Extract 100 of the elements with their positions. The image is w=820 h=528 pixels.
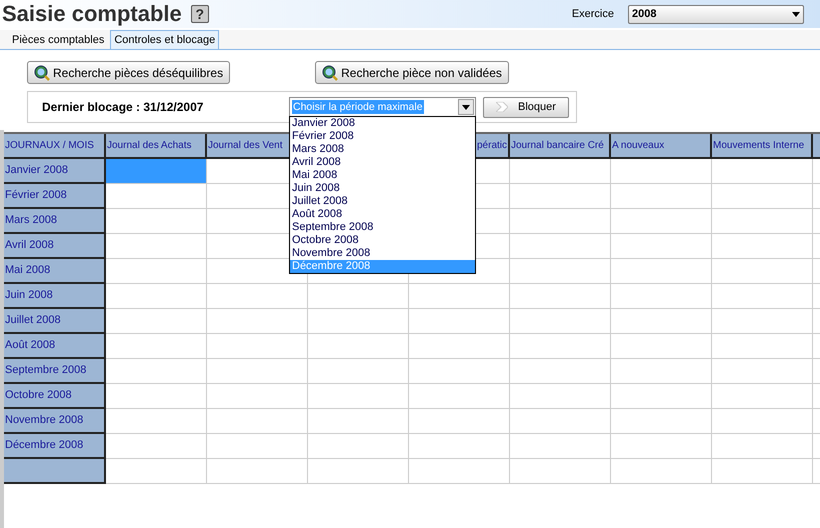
- table-cell[interactable]: [711, 183, 812, 208]
- table-cell[interactable]: [408, 333, 509, 358]
- table-cell[interactable]: [711, 258, 812, 283]
- table-cell[interactable]: [408, 458, 509, 483]
- table-cell[interactable]: [206, 358, 307, 383]
- table-cell[interactable]: [408, 308, 509, 333]
- period-option[interactable]: Septembre 2008: [290, 221, 475, 234]
- table-cell[interactable]: [307, 308, 408, 333]
- table-cell[interactable]: [509, 258, 610, 283]
- table-cell[interactable]: [105, 208, 206, 233]
- block-button[interactable]: Bloquer: [483, 96, 569, 118]
- row-header: Septembre 2008: [4, 358, 105, 383]
- table-cell[interactable]: [206, 308, 307, 333]
- table-cell[interactable]: [509, 308, 610, 333]
- table-cell[interactable]: [105, 258, 206, 283]
- table-cell[interactable]: [408, 283, 509, 308]
- arrow-icon: [496, 102, 508, 112]
- table-cell[interactable]: [711, 283, 812, 308]
- period-option[interactable]: Mai 2008: [290, 169, 475, 182]
- period-option[interactable]: Novembre 2008: [290, 247, 475, 260]
- table-cell[interactable]: [105, 383, 206, 408]
- help-icon[interactable]: ?: [190, 5, 209, 23]
- table-cell[interactable]: [610, 233, 711, 258]
- caret-icon: [792, 12, 800, 16]
- table-cell[interactable]: [711, 333, 812, 358]
- table-cell[interactable]: [307, 283, 408, 308]
- column-header: A nouveaux: [610, 134, 711, 158]
- table-cell[interactable]: [711, 408, 812, 433]
- table-cell[interactable]: [711, 208, 812, 233]
- tab[interactable]: Pièces comptables: [6, 32, 110, 49]
- table-cell[interactable]: [105, 283, 206, 308]
- table-cell[interactable]: [610, 308, 711, 333]
- table-cell[interactable]: [509, 183, 610, 208]
- table-cell[interactable]: [105, 458, 206, 483]
- table-cell[interactable]: [610, 458, 711, 483]
- row-header: Août 2008: [4, 333, 105, 358]
- table-cell[interactable]: [307, 358, 408, 383]
- table-cell[interactable]: [408, 383, 509, 408]
- search-button[interactable]: Recherche pièce non validées: [315, 61, 509, 84]
- table-cell[interactable]: [408, 408, 509, 433]
- table-cell[interactable]: [206, 408, 307, 433]
- table-cell[interactable]: [610, 183, 711, 208]
- period-option[interactable]: Janvier 2008: [290, 117, 475, 130]
- row-header: Novembre 2008: [4, 408, 105, 433]
- table-cell[interactable]: [509, 333, 610, 358]
- table-cell[interactable]: [105, 183, 206, 208]
- tab[interactable]: Controles et blocage: [110, 30, 220, 49]
- table-cell[interactable]: [509, 458, 610, 483]
- table-cell[interactable]: [610, 258, 711, 283]
- table-cell[interactable]: [610, 358, 711, 383]
- table-cell[interactable]: [206, 458, 307, 483]
- table-cell[interactable]: [408, 358, 509, 383]
- table-cell[interactable]: [509, 358, 610, 383]
- table-cell[interactable]: [105, 358, 206, 383]
- table-cell[interactable]: [610, 408, 711, 433]
- table-cell[interactable]: [509, 233, 610, 258]
- exercice-label: Exercice: [572, 6, 614, 22]
- table-cell[interactable]: [610, 333, 711, 358]
- table-cell[interactable]: [610, 158, 711, 183]
- exercice-select[interactable]: 2008: [628, 4, 804, 24]
- table-cell[interactable]: [206, 283, 307, 308]
- table-cell[interactable]: [105, 433, 206, 458]
- search-button[interactable]: Recherche pièces déséquilibres: [27, 61, 230, 84]
- table-cell[interactable]: [307, 333, 408, 358]
- table-cell[interactable]: [307, 383, 408, 408]
- table-cell[interactable]: [711, 383, 812, 408]
- table-cell[interactable]: [509, 383, 610, 408]
- table-cell[interactable]: [711, 458, 812, 483]
- table-cell[interactable]: [610, 208, 711, 233]
- table-cell[interactable]: [307, 408, 408, 433]
- period-option[interactable]: Octobre 2008: [290, 234, 475, 247]
- period-option[interactable]: Août 2008: [290, 208, 475, 221]
- table-cell[interactable]: [105, 408, 206, 433]
- table-cell[interactable]: [105, 158, 206, 183]
- table-cell[interactable]: [307, 458, 408, 483]
- table-cell[interactable]: [509, 433, 610, 458]
- table-cell[interactable]: [509, 283, 610, 308]
- table-cell[interactable]: [206, 333, 307, 358]
- table-cell[interactable]: [711, 358, 812, 383]
- period-option[interactable]: Avril 2008: [290, 156, 475, 169]
- table-cell[interactable]: [408, 433, 509, 458]
- table-cell[interactable]: [105, 308, 206, 333]
- table-cell[interactable]: [105, 233, 206, 258]
- table-cell[interactable]: [307, 433, 408, 458]
- table-cell[interactable]: [206, 433, 307, 458]
- table-cell[interactable]: [711, 158, 812, 183]
- row-header: Février 2008: [4, 183, 105, 208]
- table-cell[interactable]: [610, 283, 711, 308]
- table-cell[interactable]: [206, 383, 307, 408]
- table-cell[interactable]: [711, 433, 812, 458]
- table-cell[interactable]: [105, 333, 206, 358]
- period-option[interactable]: Juin 2008: [290, 182, 475, 195]
- table-cell[interactable]: [610, 383, 711, 408]
- table-cell[interactable]: [711, 308, 812, 333]
- table-cell[interactable]: [509, 158, 610, 183]
- period-option[interactable]: Juillet 2008: [290, 195, 475, 208]
- table-cell[interactable]: [509, 408, 610, 433]
- table-cell[interactable]: [509, 208, 610, 233]
- table-cell[interactable]: [711, 233, 812, 258]
- table-cell[interactable]: [610, 433, 711, 458]
